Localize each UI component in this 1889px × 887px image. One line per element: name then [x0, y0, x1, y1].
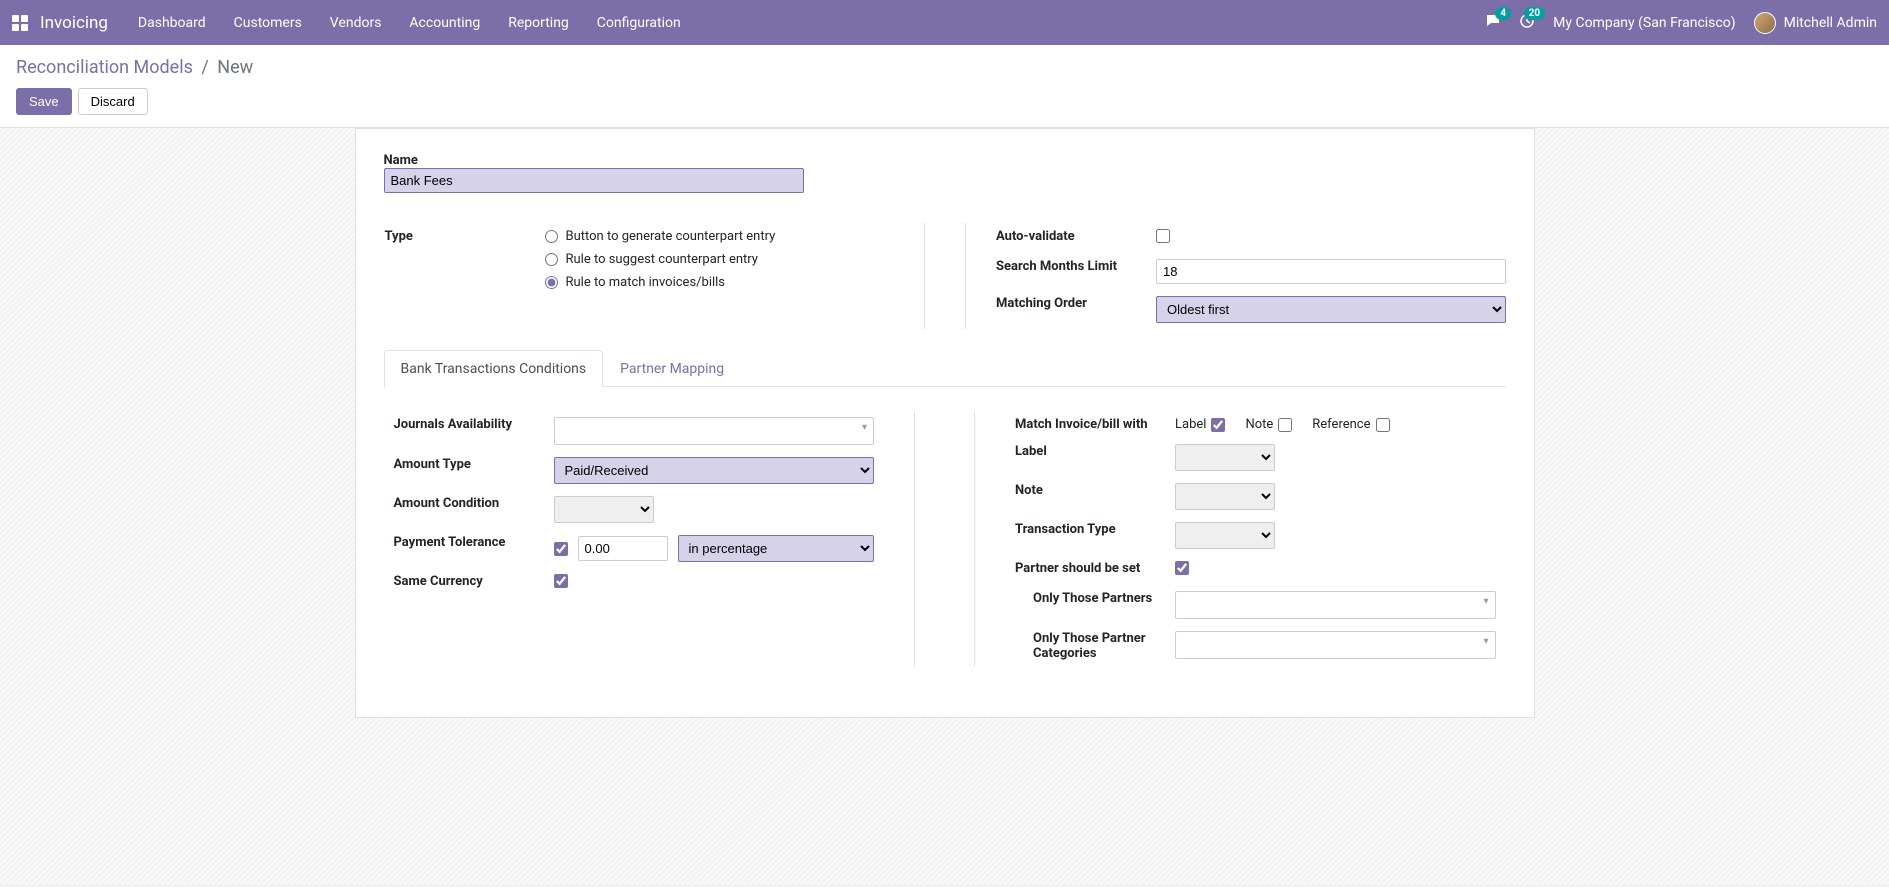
- user-menu[interactable]: Mitchell Admin: [1754, 12, 1877, 34]
- apps-icon[interactable]: [12, 15, 28, 31]
- amount-cond-label: Amount Condition: [394, 490, 554, 529]
- label-field-label: Label: [1015, 438, 1175, 477]
- auto-validate-label: Auto-validate: [996, 223, 1156, 253]
- type-option-2[interactable]: Rule to match invoices/bills: [566, 275, 726, 290]
- save-button[interactable]: Save: [16, 88, 72, 115]
- type-option-1[interactable]: Rule to suggest counterpart entry: [566, 252, 758, 267]
- nav-item-configuration[interactable]: Configuration: [597, 15, 681, 31]
- note-select[interactable]: [1175, 483, 1275, 510]
- app-title[interactable]: Invoicing: [40, 13, 108, 33]
- user-name: Mitchell Admin: [1784, 15, 1877, 31]
- matching-order-label: Matching Order: [996, 290, 1156, 329]
- match-label-option[interactable]: Label: [1175, 417, 1225, 432]
- avatar: [1754, 12, 1776, 34]
- note-field-label: Note: [1015, 477, 1175, 516]
- amount-cond-select[interactable]: [554, 496, 654, 523]
- form-sheet: Name Type Button to generate counterpart…: [355, 128, 1535, 718]
- match-with-label: Match Invoice/bill with: [1015, 411, 1175, 438]
- tab-bank-transactions[interactable]: Bank Transactions Conditions: [384, 350, 604, 387]
- pay-tol-amount-input[interactable]: [578, 536, 668, 561]
- nav-item-dashboard[interactable]: Dashboard: [138, 15, 206, 31]
- activities-badge: 20: [1524, 7, 1545, 20]
- type-radio-rule-suggest[interactable]: [545, 253, 558, 266]
- breadcrumb-sep: /: [201, 57, 208, 78]
- auto-validate-checkbox[interactable]: [1156, 229, 1170, 243]
- activities-icon[interactable]: 20: [1519, 13, 1535, 33]
- breadcrumb-parent[interactable]: Reconciliation Models: [16, 57, 193, 78]
- company-selector[interactable]: My Company (San Francisco): [1553, 15, 1735, 31]
- type-radio-rule-match[interactable]: [545, 276, 558, 289]
- match-note-option[interactable]: Note: [1245, 417, 1292, 432]
- journals-label: Journals Availability: [394, 411, 554, 451]
- same-curr-checkbox[interactable]: [554, 574, 568, 588]
- only-partners-input[interactable]: [1175, 591, 1496, 619]
- amount-type-select[interactable]: Paid/Received: [554, 457, 875, 484]
- nav-item-accounting[interactable]: Accounting: [409, 15, 480, 31]
- matching-order-select[interactable]: Oldest first: [1156, 296, 1506, 323]
- tx-type-label: Transaction Type: [1015, 516, 1175, 555]
- tx-type-select[interactable]: [1175, 522, 1275, 549]
- name-input[interactable]: [384, 168, 804, 193]
- pay-tol-checkbox[interactable]: [554, 542, 568, 556]
- tab-partner-mapping[interactable]: Partner Mapping: [603, 350, 741, 387]
- nav-item-reporting[interactable]: Reporting: [508, 15, 569, 31]
- label-select[interactable]: [1175, 444, 1275, 471]
- match-label-checkbox[interactable]: [1211, 418, 1225, 432]
- discard-button[interactable]: Discard: [78, 88, 148, 115]
- tab-content: Journals Availability Amount Type Paid/R…: [384, 387, 1506, 677]
- type-label: Type: [385, 223, 545, 304]
- type-radio-button[interactable]: [545, 230, 558, 243]
- only-partners-label: Only Those Partners: [1015, 585, 1175, 625]
- type-option-0[interactable]: Button to generate counterpart entry: [566, 229, 776, 244]
- partner-set-label: Partner should be set: [1015, 555, 1175, 585]
- nav-item-customers[interactable]: Customers: [234, 15, 302, 31]
- pay-tol-label: Payment Tolerance: [394, 529, 554, 568]
- journals-input[interactable]: [554, 417, 875, 445]
- pay-tol-unit-select[interactable]: in percentage: [678, 535, 875, 562]
- match-ref-option[interactable]: Reference: [1312, 417, 1389, 432]
- control-panel: Reconciliation Models / New Save Discard: [0, 45, 1889, 128]
- only-cats-label: Only Those Partner Categories: [1015, 625, 1175, 667]
- messages-icon[interactable]: 4: [1485, 13, 1501, 33]
- name-label: Name: [384, 153, 1506, 168]
- tabs: Bank Transactions Conditions Partner Map…: [384, 349, 1506, 387]
- partner-set-checkbox[interactable]: [1175, 561, 1189, 575]
- breadcrumb-current: New: [217, 57, 253, 78]
- match-note-checkbox[interactable]: [1278, 418, 1292, 432]
- nav-item-vendors[interactable]: Vendors: [330, 15, 382, 31]
- nav-menu: Dashboard Customers Vendors Accounting R…: [138, 15, 1485, 31]
- navbar: Invoicing Dashboard Customers Vendors Ac…: [0, 0, 1889, 45]
- amount-type-label: Amount Type: [394, 451, 554, 490]
- messages-badge: 4: [1495, 7, 1511, 20]
- match-ref-checkbox[interactable]: [1376, 418, 1390, 432]
- months-limit-input[interactable]: [1156, 259, 1506, 284]
- breadcrumb: Reconciliation Models / New: [16, 57, 1873, 78]
- only-cats-input[interactable]: [1175, 631, 1496, 659]
- months-limit-label: Search Months Limit: [996, 253, 1156, 290]
- same-curr-label: Same Currency: [394, 568, 554, 598]
